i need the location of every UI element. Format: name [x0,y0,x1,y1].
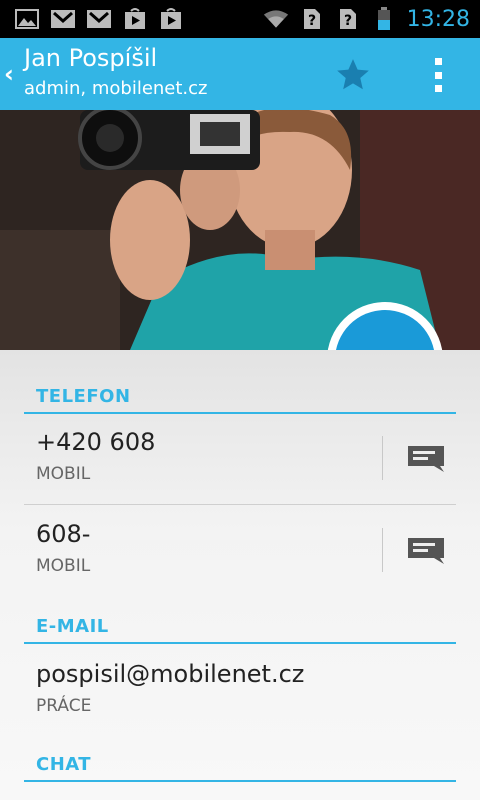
chat-section-title: CHAT [36,754,92,775]
up-navigation-icon[interactable]: ‹ [4,60,14,88]
message-icon [408,446,444,472]
email-section-title: E-MAIL [36,616,109,637]
row-divider [24,504,456,505]
star-favorite-icon[interactable] [334,56,372,94]
vertical-divider [382,436,383,480]
sim-unknown-icon: ? [299,8,325,30]
contact-organization: admin, mobilenet.cz [24,78,208,99]
phone-entry[interactable]: 608- MOBIL [24,506,456,596]
phone-section-title: TELEFON [36,386,131,407]
phone-type: MOBIL [36,464,91,484]
email-address[interactable]: pospisil@mobilenet.cz [36,660,304,688]
gmail-icon [86,8,112,30]
phone-entry[interactable]: +420 608 MOBIL [24,414,456,504]
sms-button[interactable] [396,428,456,490]
svg-text:?: ? [308,13,316,29]
clock: 13:28 [406,6,470,32]
phone-type: MOBIL [36,556,91,576]
play-store-icon [158,8,184,30]
phone-number[interactable]: 608- [36,520,90,548]
sim-unknown-icon: ? [335,8,361,30]
contact-name[interactable]: Jan Pospíšil [24,44,157,72]
contact-details: TELEFON +420 608 MOBIL 608- MOBIL E-MAIL… [0,350,480,800]
chat-section-header: CHAT [24,740,456,782]
message-icon [408,538,444,564]
gmail-icon [50,8,76,30]
wifi-icon [263,8,289,30]
phone-number[interactable]: +420 608 [36,428,155,456]
action-bar: ‹ Jan Pospíšil admin, mobilenet.cz [0,38,480,110]
status-bar: ? ? 13:28 [0,0,480,38]
battery-icon [371,7,397,30]
contact-photo [0,110,480,350]
email-entry[interactable]: pospisil@mobilenet.cz PRÁCE [24,646,456,730]
phone-section-header: TELEFON [24,372,456,414]
svg-text:?: ? [344,13,352,29]
overflow-menu-icon[interactable] [432,58,444,92]
sms-button[interactable] [396,520,456,582]
vertical-divider [382,528,383,572]
notification-icons [0,8,184,30]
gallery-icon [14,8,40,30]
play-store-icon [122,8,148,30]
system-icons: ? ? 13:28 [263,7,480,32]
email-section-header: E-MAIL [24,602,456,644]
email-type: PRÁCE [36,696,92,716]
